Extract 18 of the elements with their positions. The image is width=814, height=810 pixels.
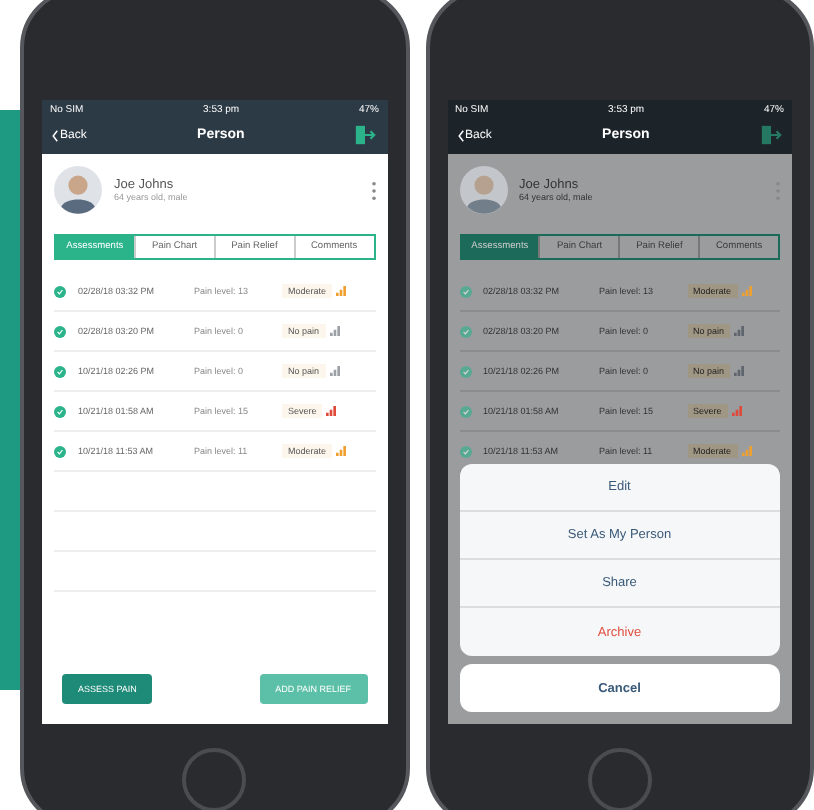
exit-icon[interactable]	[354, 124, 377, 146]
check-icon	[459, 285, 471, 297]
home-button[interactable]	[587, 748, 652, 810]
exit-icon[interactable]	[759, 124, 782, 146]
check-icon	[54, 445, 66, 457]
check-icon	[459, 405, 471, 417]
check-icon	[54, 325, 66, 337]
avatar-icon	[54, 166, 102, 214]
chevron-left-icon	[457, 129, 463, 141]
check-icon	[459, 445, 471, 457]
check-icon	[459, 365, 471, 377]
home-button[interactable]	[182, 748, 247, 810]
check-icon	[54, 405, 66, 417]
check-icon	[54, 365, 66, 377]
check-icon	[54, 285, 66, 297]
chevron-left-icon	[52, 129, 58, 141]
avatar-icon	[459, 166, 507, 214]
check-icon	[459, 325, 471, 337]
